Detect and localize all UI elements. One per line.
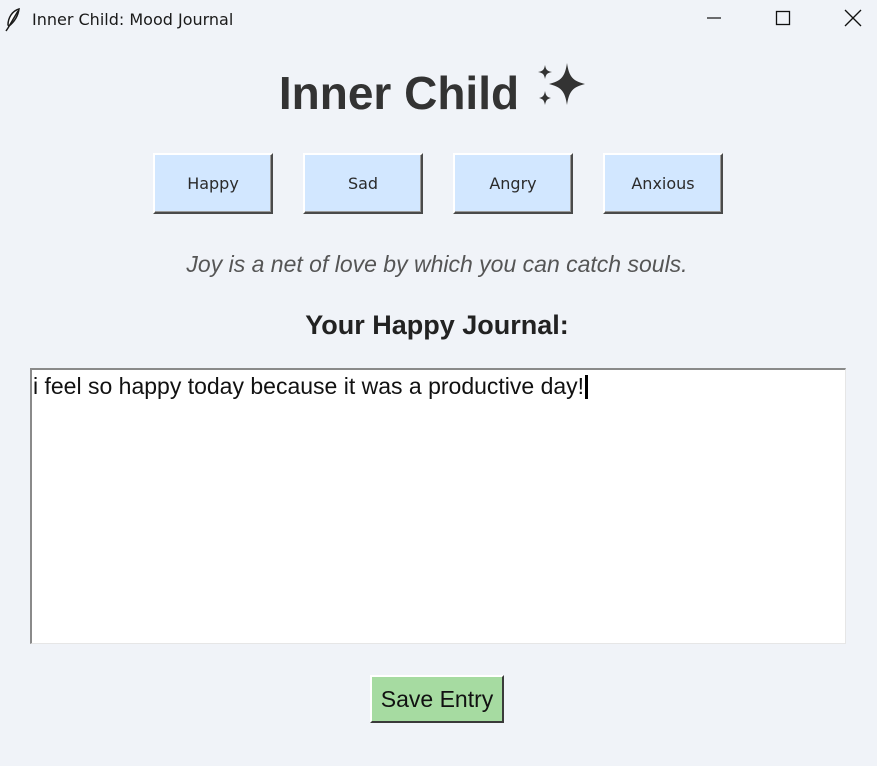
- mood-quote: Joy is a net of love by which you can ca…: [186, 251, 688, 277]
- journal-textarea[interactable]: i feel so happy today because it was a p…: [30, 368, 846, 644]
- happy-button[interactable]: Happy: [153, 153, 273, 214]
- app-title: Inner Child: [0, 62, 866, 121]
- sad-button[interactable]: Sad: [303, 153, 423, 214]
- feather-icon: [4, 7, 22, 32]
- anxious-button[interactable]: Anxious: [603, 153, 723, 214]
- angry-button[interactable]: Angry: [453, 153, 573, 214]
- minimize-icon: [706, 10, 722, 31]
- minimize-button[interactable]: [679, 0, 749, 40]
- journal-heading: Your Happy Journal:: [305, 310, 569, 340]
- maximize-button[interactable]: [748, 0, 818, 40]
- window-titlebar: Inner Child: Mood Journal: [0, 0, 877, 40]
- sparkles-icon: [535, 61, 587, 118]
- window-title: Inner Child: Mood Journal: [32, 10, 234, 29]
- text-caret: [585, 375, 589, 399]
- close-button[interactable]: [818, 0, 877, 40]
- close-icon: [844, 9, 862, 32]
- app-title-text: Inner Child: [278, 66, 520, 119]
- maximize-icon: [775, 10, 791, 31]
- journal-text: i feel so happy today because it was a p…: [33, 373, 585, 399]
- save-entry-button[interactable]: Save Entry: [370, 675, 504, 723]
